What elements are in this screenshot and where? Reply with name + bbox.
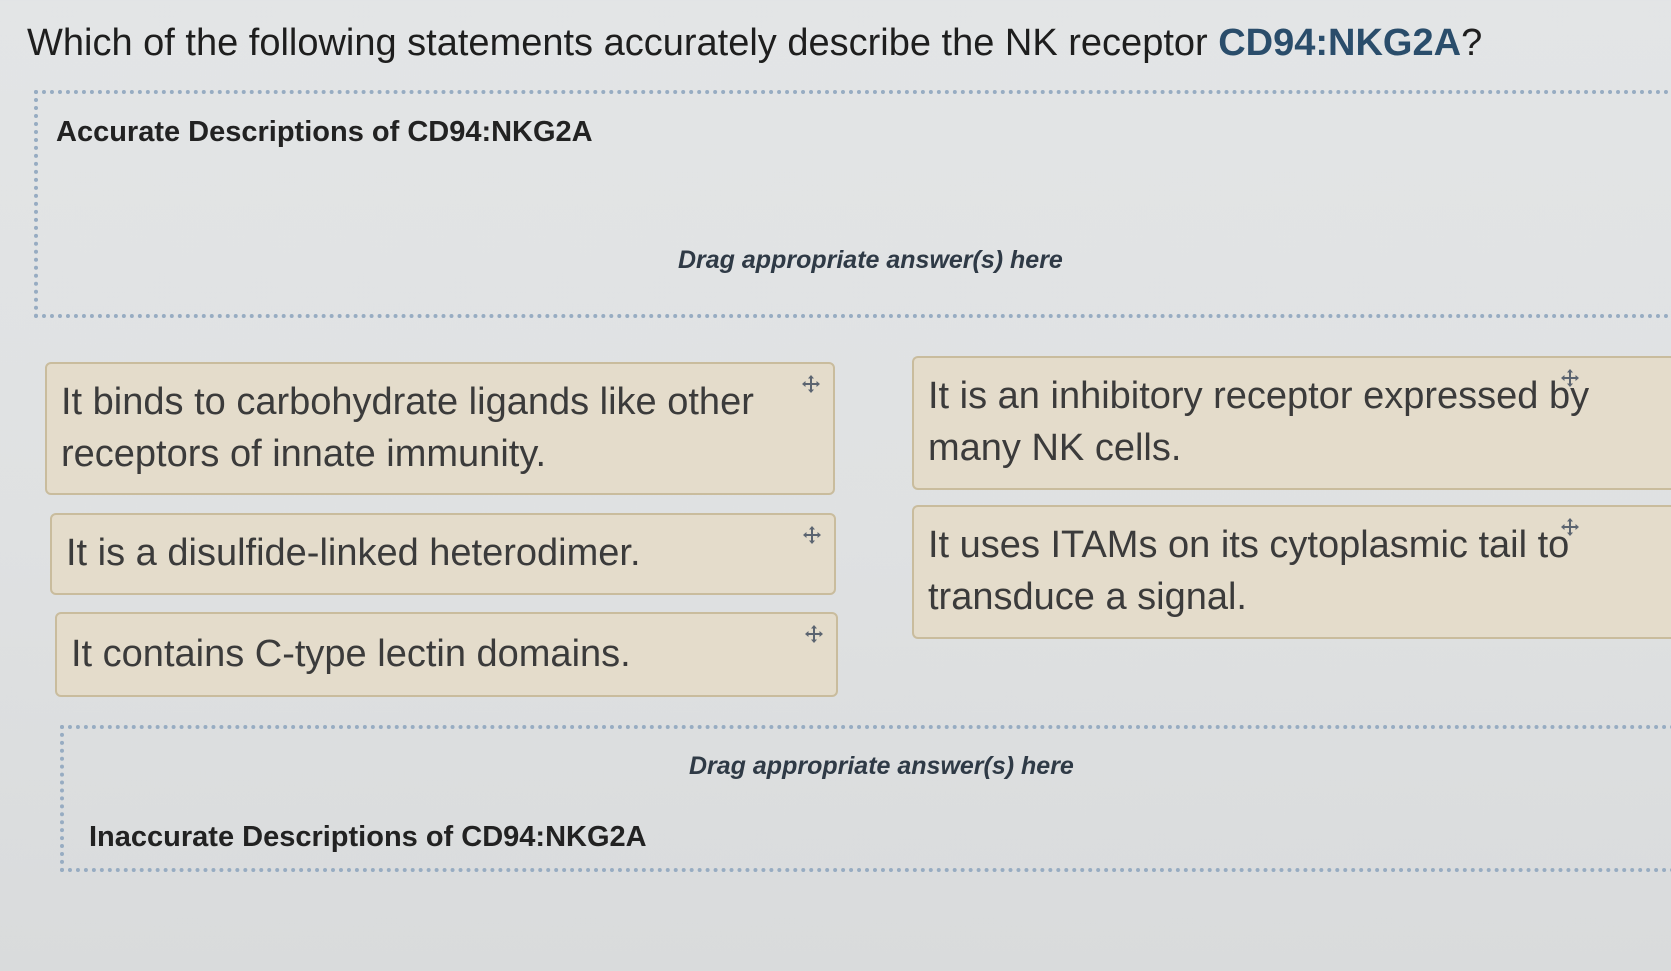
answer-text: It is an inhibitory receptor expressed b…	[928, 375, 1590, 469]
inaccurate-dropzone-hint: Drag appropriate answer(s) here	[689, 752, 1074, 780]
move-icon[interactable]	[804, 624, 824, 644]
answer-text: It binds to carbohydrate ligands like ot…	[61, 381, 754, 475]
inaccurate-dropzone-title: Inaccurate Descriptions of CD94:NKG2A	[89, 821, 647, 853]
move-icon[interactable]	[1560, 517, 1580, 537]
answer-card-disulfide-heterodimer[interactable]: It is a disulfide-linked heterodimer.	[50, 513, 836, 595]
accurate-dropzone-hint: Drag appropriate answer(s) here	[678, 246, 1063, 274]
answer-card-inhibitory-receptor[interactable]: It is an inhibitory receptor expressed b…	[912, 356, 1671, 490]
answer-text: It contains C-type lectin domains.	[71, 633, 631, 675]
question-suffix: ?	[1461, 22, 1483, 64]
answer-card-itams-signal[interactable]: It uses ITAMs on its cytoplasmic tail to…	[912, 505, 1671, 639]
accurate-dropzone-title: Accurate Descriptions of CD94:NKG2A	[56, 116, 593, 148]
move-icon[interactable]	[802, 525, 822, 545]
answer-text: It uses ITAMs on its cytoplasmic tail to…	[928, 524, 1570, 618]
move-icon[interactable]	[1560, 368, 1580, 388]
answer-card-carbohydrate-ligands[interactable]: It binds to carbohydrate ligands like ot…	[45, 362, 835, 495]
question-text: Which of the following statements accura…	[27, 22, 1482, 65]
accurate-dropzone[interactable]: Accurate Descriptions of CD94:NKG2A Drag…	[34, 90, 1671, 318]
move-icon[interactable]	[801, 374, 821, 394]
inaccurate-dropzone[interactable]: Drag appropriate answer(s) here Inaccura…	[60, 725, 1671, 872]
question-highlight: CD94:NKG2A	[1218, 22, 1462, 64]
answer-card-c-type-lectin[interactable]: It contains C-type lectin domains.	[55, 612, 838, 697]
answer-text: It is a disulfide-linked heterodimer.	[66, 532, 641, 574]
question-prefix: Which of the following statements accura…	[27, 22, 1219, 64]
